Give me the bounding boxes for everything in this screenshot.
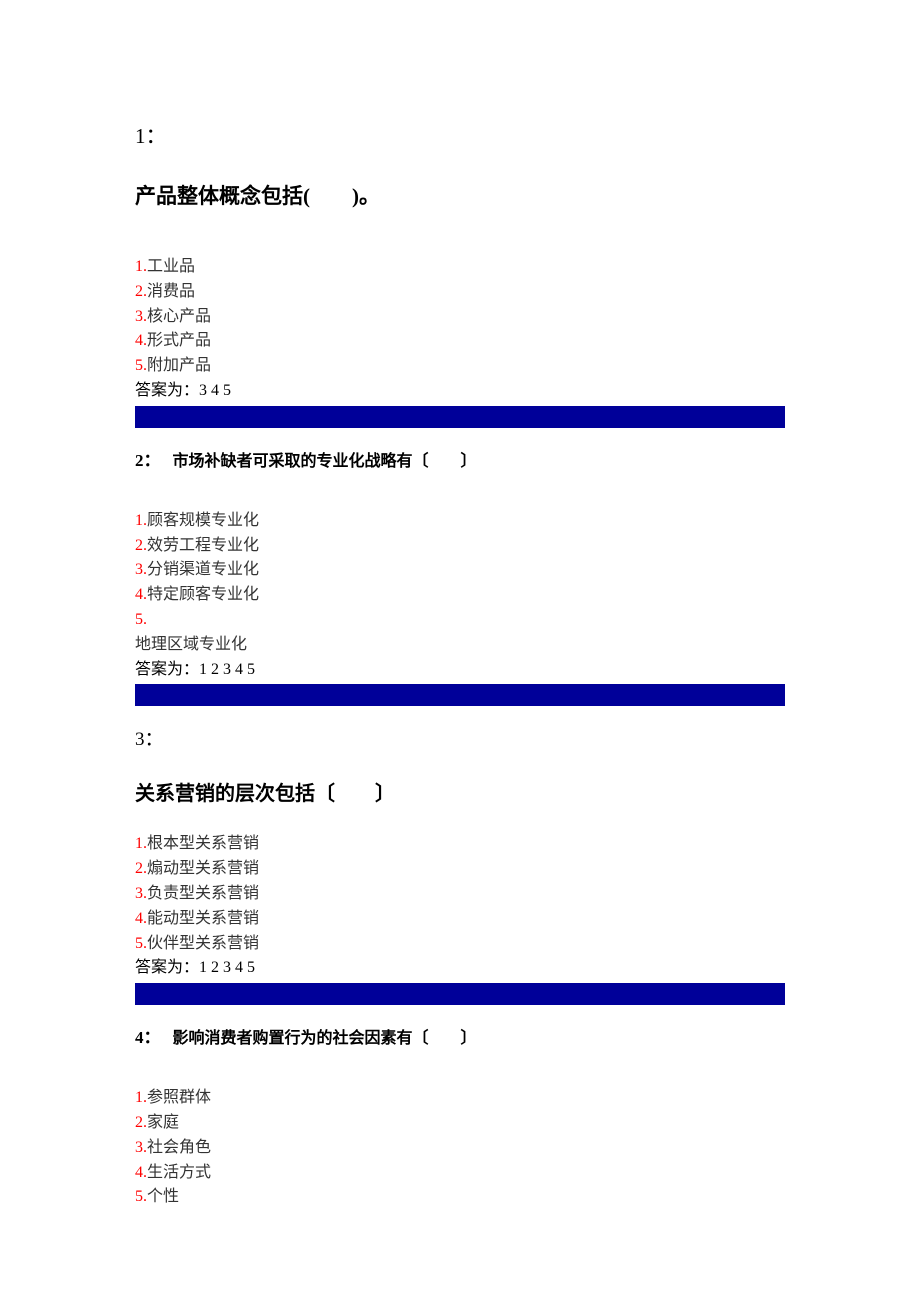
question-number: 3： <box>135 724 785 751</box>
question-block-2: 2： 市场补缺者可采取的专业化战略有〔 〕 1.顾客规模专业化 2.效劳工程专业… <box>135 446 785 707</box>
section-divider <box>135 684 785 706</box>
question-title: 关系营销的层次包括〔 〕 <box>135 777 785 806</box>
question-header: 4： 影响消费者购置行为的社会因素有〔 〕 <box>135 1023 785 1048</box>
option-text: 能动型关系营销 <box>147 910 259 927</box>
option-item: 2.煽动型关系营销 <box>135 857 785 882</box>
option-item: 1.参照群体 <box>135 1086 785 1111</box>
option-item: 3.社会角色 <box>135 1136 785 1161</box>
option-item: 5. <box>135 608 785 633</box>
question-number: 4： <box>135 1028 161 1047</box>
option-number: 2. <box>135 283 147 300</box>
question-header: 2： 市场补缺者可采取的专业化战略有〔 〕 <box>135 446 785 471</box>
section-divider <box>135 983 785 1005</box>
options-list: 1.工业品 2.消费品 3.核心产品 4.形式产品 5.附加产品 答案为：3 4… <box>135 255 785 404</box>
option-number: 3. <box>135 1139 147 1156</box>
options-list: 1.根本型关系营销 2.煽动型关系营销 3.负责型关系营销 4.能动型关系营销 … <box>135 832 785 981</box>
option-item: 1.根本型关系营销 <box>135 832 785 857</box>
option-item: 4.特定顾客专业化 <box>135 583 785 608</box>
question-title: 影响消费者购置行为的社会因素有〔 〕 <box>173 1030 477 1047</box>
option-item: 5.个性 <box>135 1185 785 1210</box>
option-number: 4. <box>135 586 147 603</box>
option-item: 3.核心产品 <box>135 305 785 330</box>
option-text: 顾客规模专业化 <box>147 512 259 529</box>
option-item: 2.家庭 <box>135 1111 785 1136</box>
option-item-extra: 地理区域专业化 <box>135 633 785 658</box>
option-item: 2.效劳工程专业化 <box>135 534 785 559</box>
option-item: 4.能动型关系营销 <box>135 907 785 932</box>
option-number: 2. <box>135 537 147 554</box>
answer-text: 答案为：1 2 3 4 5 <box>135 956 785 981</box>
option-text: 消费品 <box>147 283 195 300</box>
option-number: 2. <box>135 1114 147 1131</box>
option-text: 地理区域专业化 <box>135 636 247 653</box>
option-item: 4.生活方式 <box>135 1161 785 1186</box>
option-item: 4.形式产品 <box>135 329 785 354</box>
option-text: 核心产品 <box>147 308 211 325</box>
answer-text: 答案为：1 2 3 4 5 <box>135 658 785 683</box>
option-text: 形式产品 <box>147 332 211 349</box>
option-number: 3. <box>135 561 147 578</box>
question-block-1: 1： 产品整体概念包括( )。 1.工业品 2.消费品 3.核心产品 4.形式产… <box>135 120 785 428</box>
option-item: 1.工业品 <box>135 255 785 280</box>
option-text: 煽动型关系营销 <box>147 860 259 877</box>
option-number: 5. <box>135 935 147 952</box>
question-number: 1： <box>135 120 785 150</box>
option-text: 社会角色 <box>147 1139 211 1156</box>
option-item: 3.分销渠道专业化 <box>135 558 785 583</box>
option-text: 工业品 <box>147 258 195 275</box>
option-item: 5.附加产品 <box>135 354 785 379</box>
options-list: 1.参照群体 2.家庭 3.社会角色 4.生活方式 5.个性 <box>135 1086 785 1210</box>
option-number: 1. <box>135 258 147 275</box>
option-number: 1. <box>135 512 147 529</box>
option-text: 参照群体 <box>147 1089 211 1106</box>
question-block-4: 4： 影响消费者购置行为的社会因素有〔 〕 1.参照群体 2.家庭 3.社会角色… <box>135 1023 785 1210</box>
option-number: 3. <box>135 308 147 325</box>
option-number: 4. <box>135 1164 147 1181</box>
option-text: 根本型关系营销 <box>147 835 259 852</box>
option-text: 个性 <box>147 1188 179 1205</box>
options-list: 1.顾客规模专业化 2.效劳工程专业化 3.分销渠道专业化 4.特定顾客专业化 … <box>135 509 785 683</box>
option-text: 家庭 <box>147 1114 179 1131</box>
option-number: 3. <box>135 885 147 902</box>
option-text: 伙伴型关系营销 <box>147 935 259 952</box>
option-number: 5. <box>135 611 147 628</box>
answer-text: 答案为：3 4 5 <box>135 379 785 404</box>
question-block-3: 3： 关系营销的层次包括〔 〕 1.根本型关系营销 2.煽动型关系营销 3.负责… <box>135 724 785 1005</box>
option-text: 附加产品 <box>147 357 211 374</box>
option-text: 特定顾客专业化 <box>147 586 259 603</box>
option-item: 5.伙伴型关系营销 <box>135 932 785 957</box>
option-number: 1. <box>135 835 147 852</box>
option-item: 3.负责型关系营销 <box>135 882 785 907</box>
option-number: 1. <box>135 1089 147 1106</box>
option-number: 2. <box>135 860 147 877</box>
option-text: 效劳工程专业化 <box>147 537 259 554</box>
option-number: 4. <box>135 910 147 927</box>
question-title: 市场补缺者可采取的专业化战略有〔 〕 <box>173 453 477 470</box>
section-divider <box>135 406 785 428</box>
option-text: 负责型关系营销 <box>147 885 259 902</box>
option-item: 1.顾客规模专业化 <box>135 509 785 534</box>
option-number: 5. <box>135 1188 147 1205</box>
option-text: 生活方式 <box>147 1164 211 1181</box>
question-number: 2： <box>135 451 161 470</box>
question-title: 产品整体概念包括( )。 <box>135 180 785 210</box>
option-text: 分销渠道专业化 <box>147 561 259 578</box>
option-item: 2.消费品 <box>135 280 785 305</box>
option-number: 4. <box>135 332 147 349</box>
option-number: 5. <box>135 357 147 374</box>
